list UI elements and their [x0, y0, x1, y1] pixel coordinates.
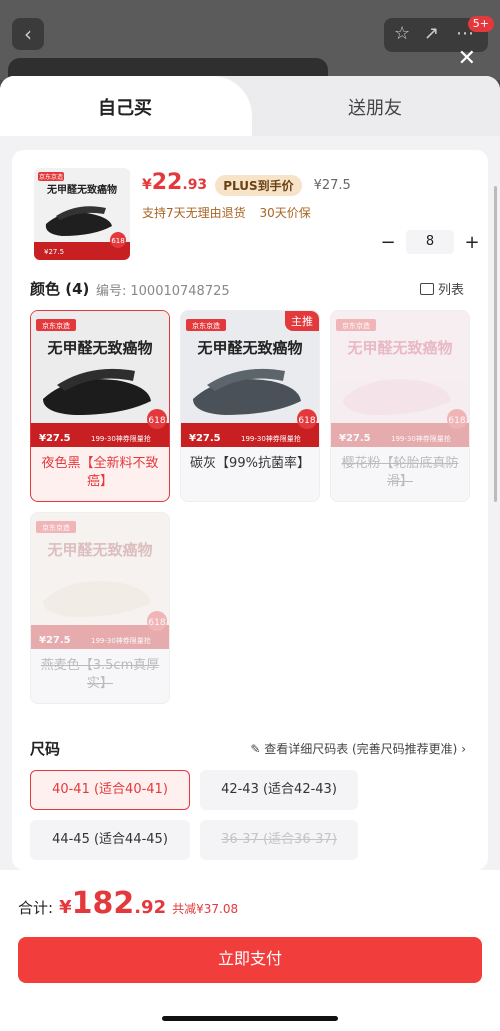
- tile-banner-text: 无甲醛无致癌物: [46, 339, 152, 357]
- list-view-toggle[interactable]: 列表: [419, 279, 464, 298]
- price-integer: 22: [151, 170, 183, 195]
- tile-price-text: ¥27.5: [189, 433, 221, 444]
- size-option-36-37[interactable]: 36-37 (适合36-37): [200, 820, 358, 860]
- tile-store-text: 京东京造: [342, 321, 370, 330]
- color-option-label: 夜色黑【全新料不致癌】: [41, 456, 159, 489]
- tile-banner-text: 无甲醛无致癌物: [46, 541, 152, 559]
- recommended-tag: 主推: [285, 311, 319, 331]
- total-decimal: .92: [134, 897, 167, 918]
- size-section-title: 尺码: [30, 740, 61, 758]
- tile-coupon-text: 199-30神券限量抢: [91, 434, 151, 443]
- chevron-left-icon: ‹: [24, 22, 32, 46]
- sku-number: 编号: 100010748725: [96, 280, 230, 299]
- price-protection: 30天价保: [259, 206, 311, 220]
- share-icon[interactable]: ↗: [424, 23, 439, 44]
- tile-coupon-text: 199-30神券限量抢: [91, 636, 151, 645]
- ruler-icon: ✎: [250, 742, 265, 756]
- checkout-footer: 合计: ¥ 182 .92 共减¥37.08 立即支付: [0, 870, 500, 1031]
- sku-label: 编号:: [96, 284, 127, 299]
- tile-store-text: 京东京造: [42, 523, 70, 532]
- color-image-oat: 京东京造 无甲醛无致癌物 ¥27.5 199-30神券限量抢 618: [31, 513, 169, 649]
- color-option-gray[interactable]: 京东京造 无甲醛无致癌物 ¥27.5 199-30神券限量抢 618 主推 碳灰…: [180, 310, 320, 502]
- order-total: 合计: ¥ 182 .92 共减¥37.08: [18, 886, 238, 921]
- service-policy: 支持7天无理由退货 30天价保: [142, 204, 321, 221]
- tab-send-to-friend[interactable]: 送朋友: [348, 94, 402, 120]
- total-symbol: ¥: [59, 897, 72, 918]
- list-label: 列表: [437, 283, 464, 298]
- tile-618-text: 618: [448, 416, 465, 426]
- decrease-button[interactable]: −: [378, 232, 398, 253]
- return-policy: 支持7天无理由退货: [142, 206, 246, 220]
- tile-price-text: ¥27.5: [39, 433, 71, 444]
- tile-banner-text: 无甲醛无致癌物: [346, 339, 452, 357]
- color-option-label: 燕麦色【3.5cm真厚实】: [40, 658, 160, 691]
- size-option-42-43[interactable]: 42-43 (适合42-43): [200, 770, 358, 810]
- tile-store-text: 京东京造: [42, 321, 70, 330]
- thumb-618-text: 618: [111, 237, 124, 245]
- purchase-tabs: 自己买 送朋友: [0, 76, 500, 136]
- quantity-stepper: − 8 +: [378, 230, 482, 254]
- tile-618-text: 618: [148, 618, 165, 628]
- tile-618-text: 618: [148, 416, 165, 426]
- tile-banner-text: 无甲醛无致癌物: [196, 339, 302, 357]
- total-integer: 182: [71, 886, 135, 921]
- color-image-pink: 京东京造 无甲醛无致癌物 ¥27.5 199-30神券限量抢 618: [331, 311, 469, 447]
- color-option-label: 樱花粉【轮胎底真防滑】: [341, 456, 459, 489]
- size-option-44-45[interactable]: 44-45 (适合44-45): [30, 820, 190, 860]
- home-indicator: [162, 1016, 338, 1021]
- back-button[interactable]: ‹: [12, 18, 44, 50]
- banner-text: 无甲醛无致癌物: [46, 183, 117, 196]
- plus-price-badge: PLUS到手价: [215, 174, 302, 196]
- chevron-right-icon: ›: [457, 742, 466, 756]
- increase-button[interactable]: +: [462, 232, 482, 253]
- color-option-label: 碳灰【99%抗菌率】: [190, 456, 310, 471]
- product-options-card: 京东京造 无甲醛无致癌物 ¥27.5 618 ¥ 22 .93 PLUS到手价 …: [12, 150, 488, 870]
- sku-value: 100010748725: [130, 284, 230, 299]
- price-symbol: ¥: [142, 177, 152, 193]
- size-chart-link[interactable]: ✎ 查看详细尺码表 (完善尺码推荐更准) ›: [250, 740, 466, 757]
- price-decimal: .93: [182, 177, 208, 193]
- color-option-pink[interactable]: 京东京造 无甲醛无致癌物 ¥27.5 199-30神券限量抢 618 樱花粉【轮…: [330, 310, 470, 502]
- quantity-field[interactable]: 8: [406, 230, 454, 254]
- tile-coupon-text: 199-30神券限量抢: [241, 434, 301, 443]
- color-section-title: 颜色 (4): [30, 280, 90, 298]
- tile-price-text: ¥27.5: [39, 635, 71, 646]
- product-thumbnail: 京东京造 无甲醛无致癌物 ¥27.5 618: [34, 168, 130, 260]
- color-image-gray: 京东京造 无甲醛无致癌物 ¥27.5 199-30神券限量抢 618: [181, 311, 319, 447]
- color-option-black[interactable]: 京东京造 无甲醛无致癌物 ¥27.5 199-30神券限量抢 618 夜色黑【全…: [30, 310, 170, 502]
- size-chart-link-label: 查看详细尺码表 (完善尺码推荐更准): [264, 742, 458, 756]
- total-discount: 共减¥37.08: [172, 902, 239, 916]
- notification-badge: 5+: [467, 16, 494, 32]
- tile-store-text: 京东京造: [192, 321, 220, 330]
- store-badge-text: 京东京造: [39, 173, 63, 181]
- close-icon[interactable]: ✕: [458, 46, 476, 71]
- list-icon: [419, 283, 434, 295]
- original-price: ¥27.5: [313, 177, 351, 193]
- tile-618-text: 618: [298, 416, 315, 426]
- pay-now-button[interactable]: 立即支付: [18, 937, 482, 983]
- tile-price-text: ¥27.5: [339, 433, 371, 444]
- tile-coupon-text: 199-30神券限量抢: [391, 434, 451, 443]
- thumb-price-text: ¥27.5: [44, 248, 64, 256]
- tab-buy-for-self[interactable]: 自己买: [98, 94, 152, 120]
- price-row: ¥ 22 .93 PLUS到手价 ¥27.5: [142, 170, 351, 200]
- star-icon[interactable]: ☆: [394, 23, 410, 44]
- color-image-black: 京东京造 无甲醛无致癌物 ¥27.5 199-30神券限量抢 618: [31, 311, 169, 447]
- total-label: 合计:: [18, 899, 54, 917]
- color-option-oat[interactable]: 京东京造 无甲醛无致癌物 ¥27.5 199-30神券限量抢 618 燕麦色【3…: [30, 512, 170, 704]
- size-option-40-41[interactable]: 40-41 (适合40-41): [30, 770, 190, 810]
- scrollbar[interactable]: [494, 186, 497, 502]
